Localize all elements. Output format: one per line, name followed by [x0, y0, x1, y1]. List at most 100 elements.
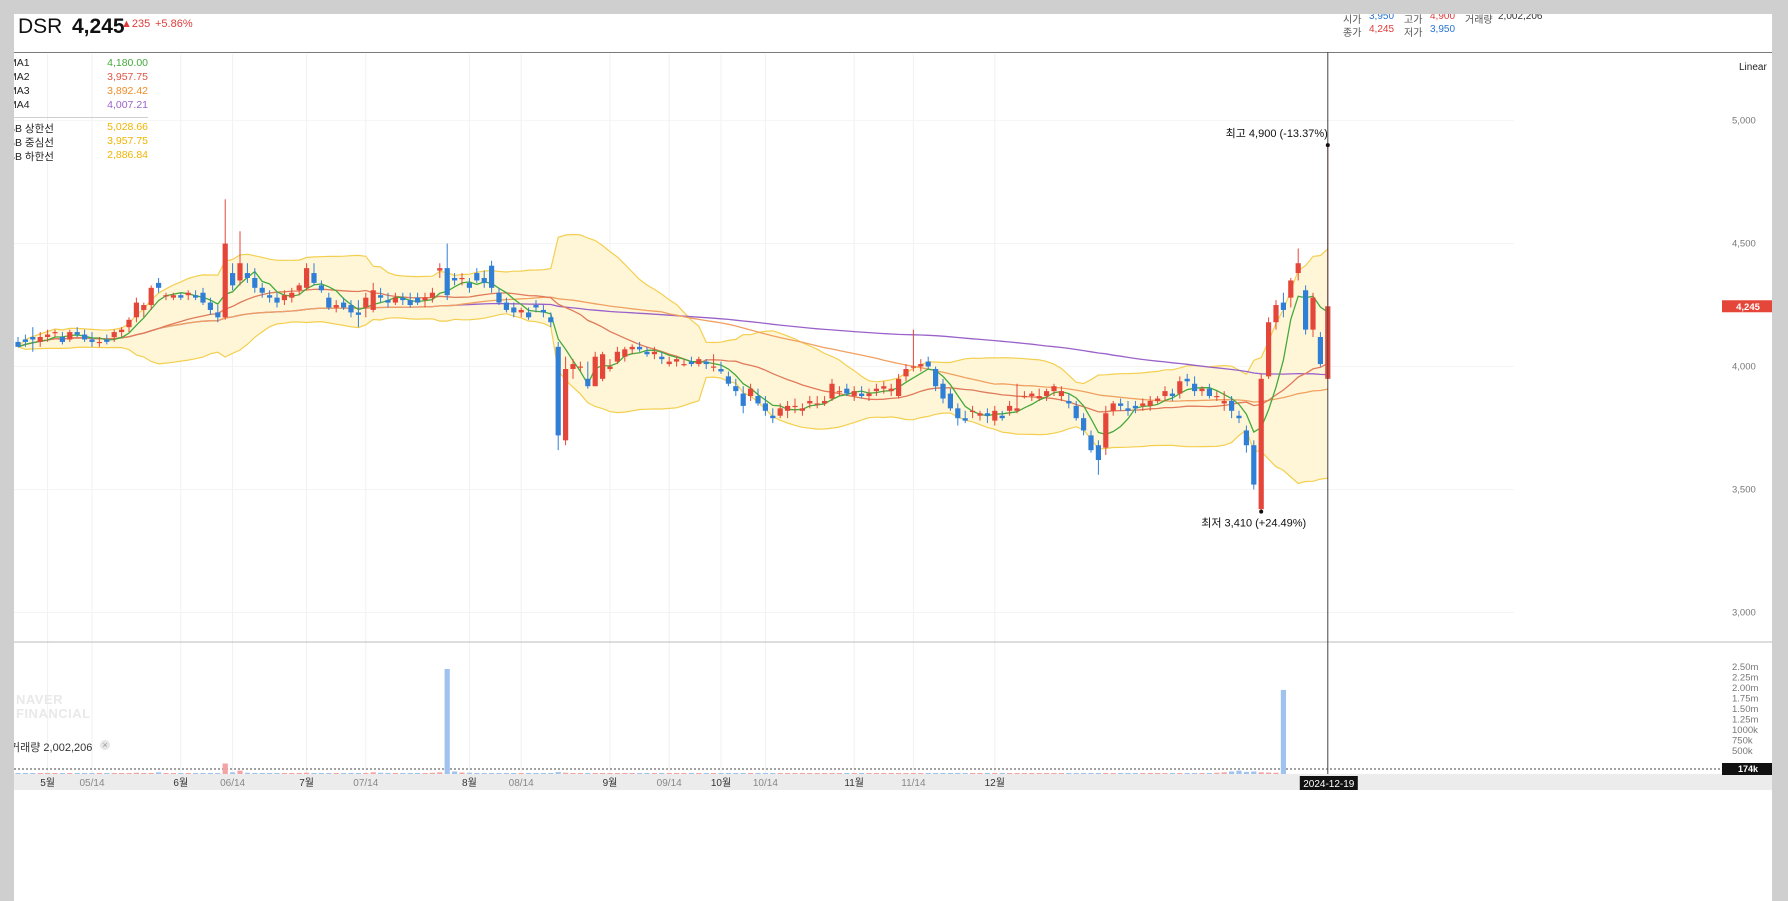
candle-body: [1073, 405, 1079, 419]
volume-bar: [807, 773, 813, 774]
volume-bar: [170, 773, 176, 774]
volume-bar: [133, 772, 139, 774]
candle-body: [89, 339, 95, 342]
x-tick-label: 08/14: [509, 778, 534, 789]
candle-body: [799, 408, 805, 411]
candle-body: [385, 300, 391, 303]
legend-ma4-name: MA4: [14, 99, 30, 111]
x-tick-label: 11월: [844, 777, 864, 789]
volume-bar: [296, 773, 302, 774]
candle-body: [407, 300, 413, 306]
volume-bar: [903, 773, 909, 774]
x-axis-bar: [14, 774, 1772, 790]
candle-body: [52, 332, 58, 334]
volume-bar: [1095, 773, 1101, 774]
candle-body: [1110, 403, 1116, 411]
legend-ma1: MA1 4,180.00: [14, 57, 148, 71]
candle-body: [1229, 400, 1235, 411]
candle-body: [696, 359, 702, 365]
volume-tick-label: 1.50m: [1732, 704, 1758, 715]
volume-bar: [555, 772, 561, 774]
volume-bar: [244, 772, 250, 774]
volume-bar: [333, 773, 339, 774]
candle-body: [888, 388, 894, 392]
volume-bar: [1229, 771, 1235, 774]
x-tick-label: 5월: [40, 777, 55, 789]
volume-bar: [1280, 689, 1286, 774]
candle-body: [178, 295, 184, 298]
candle-body: [96, 341, 102, 344]
volume-bar: [163, 773, 169, 774]
volume-bar: [600, 773, 606, 774]
candle-body: [318, 285, 324, 291]
candle-body: [733, 386, 739, 392]
volume-bar: [304, 772, 310, 774]
volume-bar: [429, 772, 435, 774]
volume-bar: [725, 773, 731, 774]
watermark-logo: NAVER FINANCIAL: [16, 693, 91, 721]
candle-body: [133, 302, 139, 318]
candle-body: [740, 393, 746, 406]
volume-bar: [644, 773, 650, 774]
volume-bar: [962, 773, 968, 774]
scale-mode-toggle[interactable]: Linear: [1739, 62, 1767, 73]
volume-bar: [126, 773, 132, 774]
volume-panel-close-button[interactable]: ×: [100, 740, 110, 750]
candle-body: [659, 356, 665, 360]
volume-bar: [718, 773, 724, 774]
candle-body: [1021, 396, 1027, 398]
x-tick-label: 11/14: [901, 778, 926, 789]
x-tick-label: 09/14: [657, 778, 682, 789]
candle-body: [378, 295, 384, 298]
candle-body: [304, 268, 310, 288]
candle-body: [503, 302, 509, 310]
volume-bar: [207, 773, 213, 774]
x-tick-label: 6월: [173, 777, 188, 789]
price-chart[interactable]: 3,000 3,500 4,000 4,500 5,000 2.50m2.25m2.00m…: [14, 14, 1772, 901]
candle-body: [1014, 408, 1020, 411]
candle-body: [814, 403, 820, 405]
volume-bar: [59, 773, 65, 774]
candle-body: [1221, 400, 1227, 404]
x-tick-label: 9월: [603, 777, 618, 789]
volume-bar: [851, 773, 857, 774]
volume-bar: [267, 773, 273, 774]
candle-body: [1088, 435, 1094, 451]
candle-body: [230, 273, 236, 286]
volume-bar: [1236, 770, 1242, 774]
candle-body: [1036, 396, 1042, 399]
candle-body: [600, 354, 606, 379]
volume-tick-label: 1.75m: [1732, 694, 1758, 705]
candle-body: [1236, 415, 1242, 419]
candle-body: [15, 341, 21, 347]
candle-body: [1214, 396, 1220, 398]
volume-tag-label: 174k: [1738, 764, 1759, 774]
volume-bar: [341, 773, 347, 774]
candle-body: [1044, 391, 1050, 397]
volume-bar: [385, 772, 391, 774]
candle-body: [614, 351, 620, 362]
volume-bar: [614, 773, 620, 774]
volume-bar: [866, 773, 872, 774]
volume-bar: [74, 773, 80, 774]
y-tick-label: 3,000: [1732, 607, 1756, 618]
volume-bar: [1103, 773, 1109, 774]
candle-body: [370, 290, 376, 310]
watermark-line-1: NAVER: [16, 692, 64, 707]
candle-body: [1058, 391, 1064, 397]
candle-body: [466, 282, 472, 288]
volume-bar: [1132, 773, 1138, 774]
volume-bar: [637, 773, 643, 774]
volume-bar: [474, 772, 480, 774]
volume-bar: [918, 773, 924, 774]
volume-bar: [910, 773, 916, 774]
volume-bar: [89, 773, 95, 774]
candle-body: [688, 361, 694, 365]
volume-bar: [355, 773, 361, 774]
volume-bar: [489, 773, 495, 774]
candle-body: [452, 277, 458, 281]
volume-bar: [111, 773, 117, 774]
volume-bar: [629, 773, 635, 774]
volume-bar: [688, 773, 694, 774]
candle-body: [570, 364, 576, 369]
